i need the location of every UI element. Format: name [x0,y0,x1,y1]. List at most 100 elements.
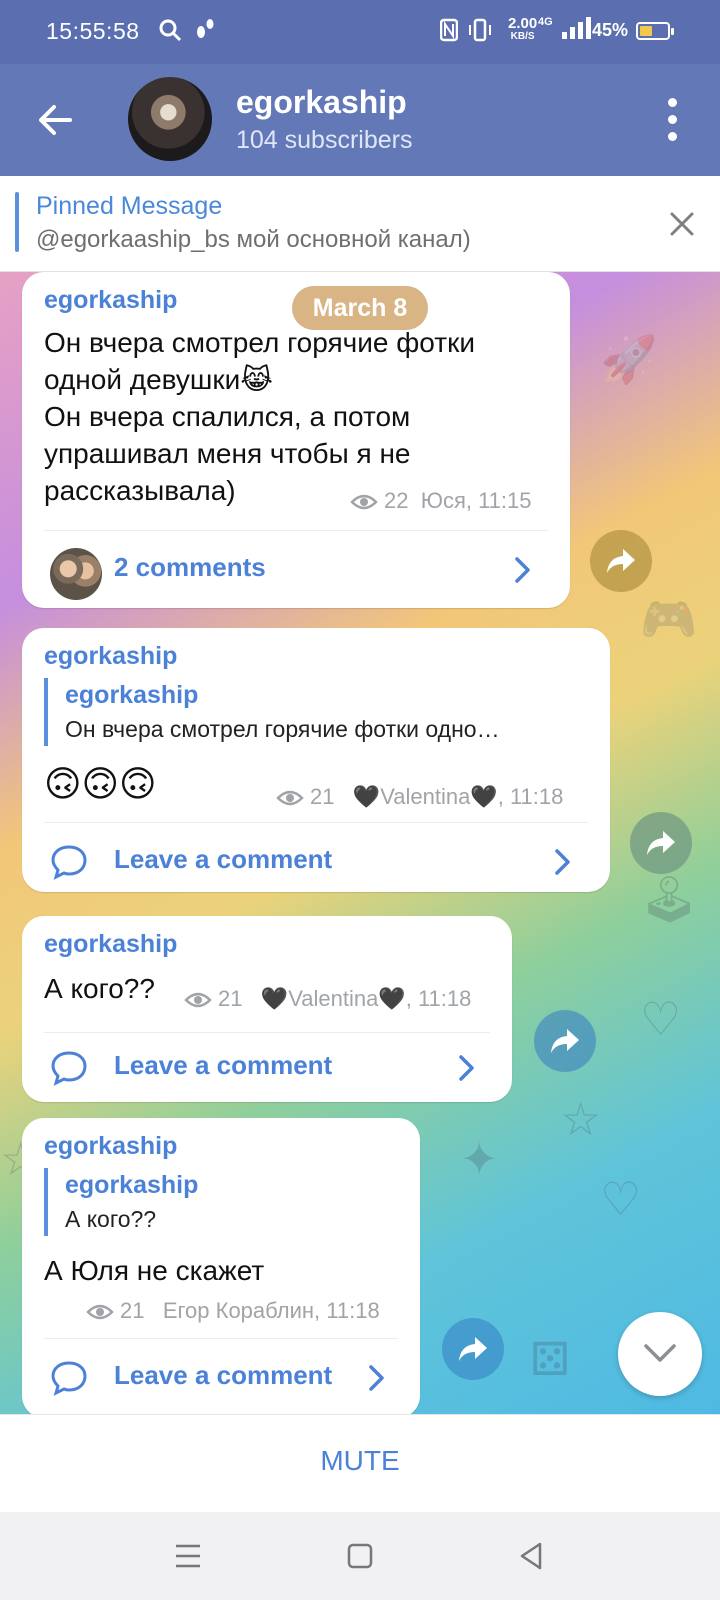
rocket-doodle-icon: 🚀 [600,333,658,385]
views-icon [350,494,378,510]
speed-value: 2.00 [508,15,538,32]
message-signature: Егор Кораблин, 11:18 [162,1298,380,1323]
home-button[interactable] [340,1536,380,1576]
share-icon [459,1337,487,1361]
square-icon [347,1543,373,1569]
close-icon [670,212,694,236]
speed-unit: KB/S [510,31,535,42]
message-meta: 21 🖤Valentina🖤, 11:18 [184,986,471,1012]
message-text: Он вчера смотрел горячие фотки одной дев… [44,327,475,506]
puzzle-doodle-icon: ✦ [460,1133,499,1185]
pinned-message-bar[interactable]: Pinned Message @egorkaaship_bs мой основ… [0,176,720,272]
arrow-left-icon [39,105,72,135]
message-meta: 21 🖤Valentina🖤, 11:18 [276,784,563,810]
comments-label: Leave a comment [114,1050,333,1080]
joystick-doodle-icon: 🕹 [640,873,699,925]
date-label: March 8 [292,286,428,330]
pinned-title: Pinned Message [36,192,223,220]
chevron-right-icon [515,557,530,583]
network-type: 4G [538,16,553,28]
chat-area[interactable]: 🚀 🎮 🕹 ♡ ☆ ✦ ⚄ ☆ ♡ egorkaship Он вчера см… [0,272,720,1414]
recent-apps-button[interactable] [168,1536,208,1576]
steps-status-icon [194,18,216,48]
bottom-action-bar: MUTE [0,1414,720,1512]
star-doodle-icon: ☆ [560,1093,602,1145]
leave-comment-button[interactable]: Leave a comment [22,822,610,902]
comments-button[interactable]: 2 comments [22,530,570,610]
view-count: 21 [218,986,243,1011]
message-bubble[interactable]: egorkaship А кого?? 21 🖤Valentina🖤, 11:1… [22,916,512,1102]
message-meta: 21 Егор Кораблин, 11:18 [86,1298,380,1324]
more-menu-button[interactable] [658,96,688,144]
comments-label: Leave a comment [114,844,333,874]
message-author[interactable]: egorkaship [44,642,177,671]
comment-bubble-icon [51,1051,87,1086]
comments-label: 2 comments [114,552,266,582]
signal-icon: 4G [538,16,592,46]
close-pinned-button[interactable] [664,206,700,242]
game-doodle-icon: 🎮 [640,593,698,645]
mute-button[interactable]: MUTE [300,1445,420,1485]
message-signature: 🖤Valentina🖤, 11:18 [352,784,564,809]
views-icon [184,992,212,1008]
views-icon [86,1304,114,1320]
message-author[interactable]: egorkaship [44,286,177,315]
share-button[interactable] [630,812,692,874]
message-text: 🙃🙃🙃 [44,763,157,804]
message-author[interactable]: egorkaship [44,1132,177,1161]
dot-icon [668,98,677,107]
channel-title[interactable]: egorkaship [236,84,407,121]
reply-quote[interactable]: egorkaship Он вчера смотрел горячие фотк… [44,678,584,746]
back-button[interactable] [30,94,82,146]
message-text: А кого?? [44,973,155,1004]
message-meta: 22 Юся, 11:15 [350,488,532,514]
comment-bubble-icon [51,845,87,880]
share-button[interactable] [534,1010,596,1072]
share-button[interactable] [442,1318,504,1380]
view-count: 21 [310,784,335,809]
reply-text: Он вчера смотрел горячие фотки одно… [65,716,500,742]
dot-icon [668,115,677,124]
status-bar: 15:55:58 2.00 KB/S 4G 45% [0,0,720,64]
commenter-avatars [50,548,102,600]
reply-author: egorkaship [65,1171,199,1199]
menu-lines-icon [176,1544,200,1568]
nfc-icon [439,18,459,48]
vibrate-icon [466,18,494,48]
share-icon [551,1029,579,1053]
dice-doodle-icon: ⚄ [530,1333,570,1385]
message-bubble[interactable]: egorkaship egorkaship Он вчера смотрел г… [22,628,610,892]
leave-comment-button[interactable]: Leave a comment [22,1338,420,1414]
reply-quote[interactable]: egorkaship А кого?? [44,1168,394,1236]
status-time: 15:55:58 [46,18,140,44]
dot-icon [668,132,677,141]
chevron-right-icon [555,849,570,875]
comment-bubble-icon [51,1361,87,1396]
reply-author: egorkaship [65,681,199,709]
system-nav-bar [0,1512,720,1600]
view-count: 21 [120,1298,145,1323]
share-icon [607,549,635,573]
battery-percent: 45% [592,20,629,40]
leave-comment-button[interactable]: Leave a comment [22,1028,512,1108]
message-bubble[interactable]: egorkaship egorkaship А кого?? А Юля не … [22,1118,420,1414]
view-count: 22 [384,488,409,513]
pinned-text: @egorkaaship_bs мой основной канал) [36,226,471,253]
message-text: А Юля не скажет [44,1255,265,1286]
channel-avatar[interactable] [128,77,212,161]
search-status-icon [158,18,182,48]
share-button[interactable] [590,530,652,592]
message-author[interactable]: egorkaship [44,930,177,959]
message-signature: 🖤Valentina🖤, 11:18 [260,986,472,1011]
chevron-down-icon [644,1344,676,1362]
channel-header: egorkaship 104 subscribers [0,64,720,176]
chevron-right-icon [459,1055,474,1081]
system-back-button[interactable] [512,1536,552,1576]
share-icon [647,831,675,855]
subscriber-count: 104 subscribers [236,126,413,154]
reply-text: А кого?? [65,1206,157,1232]
heart-doodle-icon: ♡ [640,993,682,1045]
heart2-doodle-icon: ♡ [600,1173,642,1225]
message-bubble[interactable]: egorkaship Он вчера смотрел горячие фотк… [22,272,570,608]
scroll-to-bottom-button[interactable] [618,1312,702,1396]
